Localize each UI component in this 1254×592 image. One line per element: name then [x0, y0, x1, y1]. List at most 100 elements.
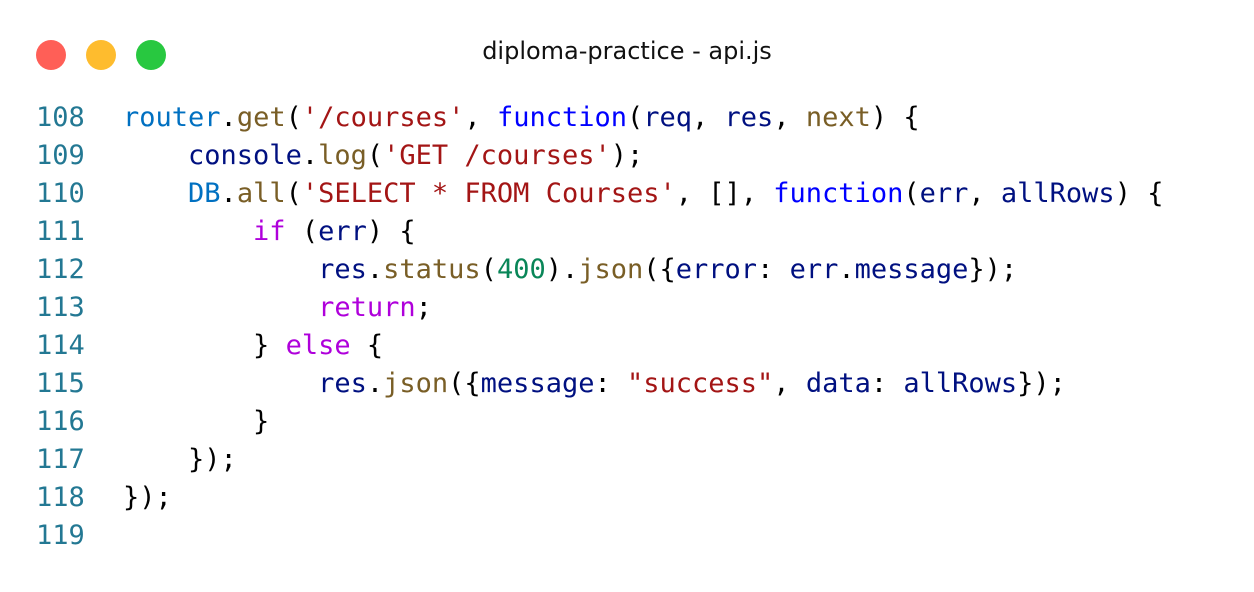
code-token: ({	[448, 368, 481, 399]
code-token: err	[318, 216, 367, 247]
line-number: 108	[36, 102, 85, 133]
code-token: message	[854, 254, 969, 285]
code-line: 109 console.log('GET /courses');	[0, 137, 1254, 175]
code-token: return	[318, 292, 416, 323]
code-token: });	[188, 444, 237, 475]
code-token: (	[285, 102, 302, 133]
code-text: res.status(400).json({error: err.message…	[123, 251, 1017, 289]
line-number: 111	[36, 216, 85, 247]
code-line: 112 res.status(400).json({error: err.mes…	[0, 251, 1254, 289]
line-number: 114	[36, 330, 85, 361]
code-token: json	[578, 254, 644, 285]
code-text: res.json({message: "success", data: allR…	[123, 365, 1066, 403]
line-number: 115	[36, 368, 85, 399]
code-token: ,	[773, 368, 806, 399]
code-line: 115 res.json({message: "success", data: …	[0, 365, 1254, 403]
code-token: status	[383, 254, 481, 285]
code-token: ) {	[366, 216, 416, 247]
code-token: allRows	[903, 368, 1018, 399]
code-token: function	[773, 178, 904, 209]
code-token: .	[838, 254, 855, 285]
code-text: if (err) {	[123, 213, 416, 251]
code-text: });	[123, 441, 237, 479]
line-number: 117	[36, 444, 85, 475]
code-token: ;	[415, 292, 432, 323]
code-token: else	[285, 330, 351, 361]
code-token: message	[480, 368, 595, 399]
code-token: });	[968, 254, 1018, 285]
code-token: if	[253, 216, 286, 247]
code-token: 'GET /courses'	[383, 140, 611, 171]
code-token: res	[318, 368, 367, 399]
code-token: .	[220, 102, 237, 133]
code-token: :	[870, 368, 904, 399]
line-number: 109	[36, 140, 85, 171]
code-token: (	[366, 140, 384, 171]
code-line: 118});	[0, 479, 1254, 517]
code-token: {	[350, 330, 384, 361]
code-token: }	[253, 330, 286, 361]
code-token: "success"	[626, 368, 774, 399]
code-token: ,	[692, 102, 725, 133]
code-token: });	[123, 482, 172, 513]
line-number: 118	[36, 482, 85, 513]
code-token: req	[643, 102, 693, 133]
code-text: console.log('GET /courses');	[123, 137, 643, 175]
code-token: res	[318, 254, 367, 285]
code-token: allRows	[1000, 178, 1115, 209]
code-token: .	[366, 368, 384, 399]
code-token: all	[236, 178, 286, 209]
code-token: 400	[496, 254, 546, 285]
code-token: console	[188, 140, 302, 171]
code-token: });	[1017, 368, 1066, 399]
code-token: error	[675, 254, 758, 285]
code-token: ) {	[870, 102, 920, 133]
code-token: err	[919, 178, 969, 209]
code-token: , [],	[675, 178, 774, 209]
code-text: } else {	[123, 327, 383, 365]
code-line: 110 DB.all('SELECT * FROM Courses', [], …	[0, 175, 1254, 213]
code-line: 111 if (err) {	[0, 213, 1254, 251]
code-token: :	[757, 254, 790, 285]
code-token: DB	[188, 178, 221, 209]
code-token: }	[253, 406, 270, 437]
code-token: );	[610, 140, 644, 171]
code-token: ({	[643, 254, 676, 285]
code-token: ,	[773, 102, 806, 133]
code-token: (	[285, 178, 302, 209]
code-token: data	[805, 368, 871, 399]
line-number: 112	[36, 254, 85, 285]
code-token: get	[236, 102, 286, 133]
code-token: function	[496, 102, 627, 133]
code-line: 116 }	[0, 403, 1254, 441]
code-token: :	[594, 368, 627, 399]
window-title: diploma-practice - api.js	[482, 37, 772, 65]
code-token: next	[805, 102, 871, 133]
code-token: (	[480, 254, 497, 285]
code-token: .	[366, 254, 384, 285]
title-bar: diploma-practice - api.js	[0, 0, 1254, 100]
code-token: json	[383, 368, 449, 399]
code-token: ,	[464, 102, 497, 133]
code-editor[interactable]: 108 router.get('/courses', function(req, …	[0, 99, 1254, 555]
code-token: 'SELECT * FROM Courses'	[301, 178, 676, 209]
line-number: 110	[36, 178, 85, 209]
code-token: .	[220, 178, 237, 209]
code-token: (	[285, 216, 319, 247]
editor-window: diploma-practice - api.js 108 router.get(…	[0, 0, 1254, 592]
code-text: return;	[123, 289, 432, 327]
code-text: }	[123, 403, 269, 441]
code-token: ,	[968, 178, 1001, 209]
code-token: (	[626, 102, 644, 133]
code-token: '/courses'	[301, 102, 465, 133]
line-number: 119	[36, 520, 85, 551]
line-number: 116	[36, 406, 85, 437]
code-token: err	[789, 254, 839, 285]
code-token: res	[724, 102, 774, 133]
code-line: 117 });	[0, 441, 1254, 479]
code-text: });	[123, 479, 172, 517]
code-token: .	[301, 140, 319, 171]
code-token: (	[903, 178, 920, 209]
code-token: log	[318, 140, 367, 171]
code-line: 114 } else {	[0, 327, 1254, 365]
